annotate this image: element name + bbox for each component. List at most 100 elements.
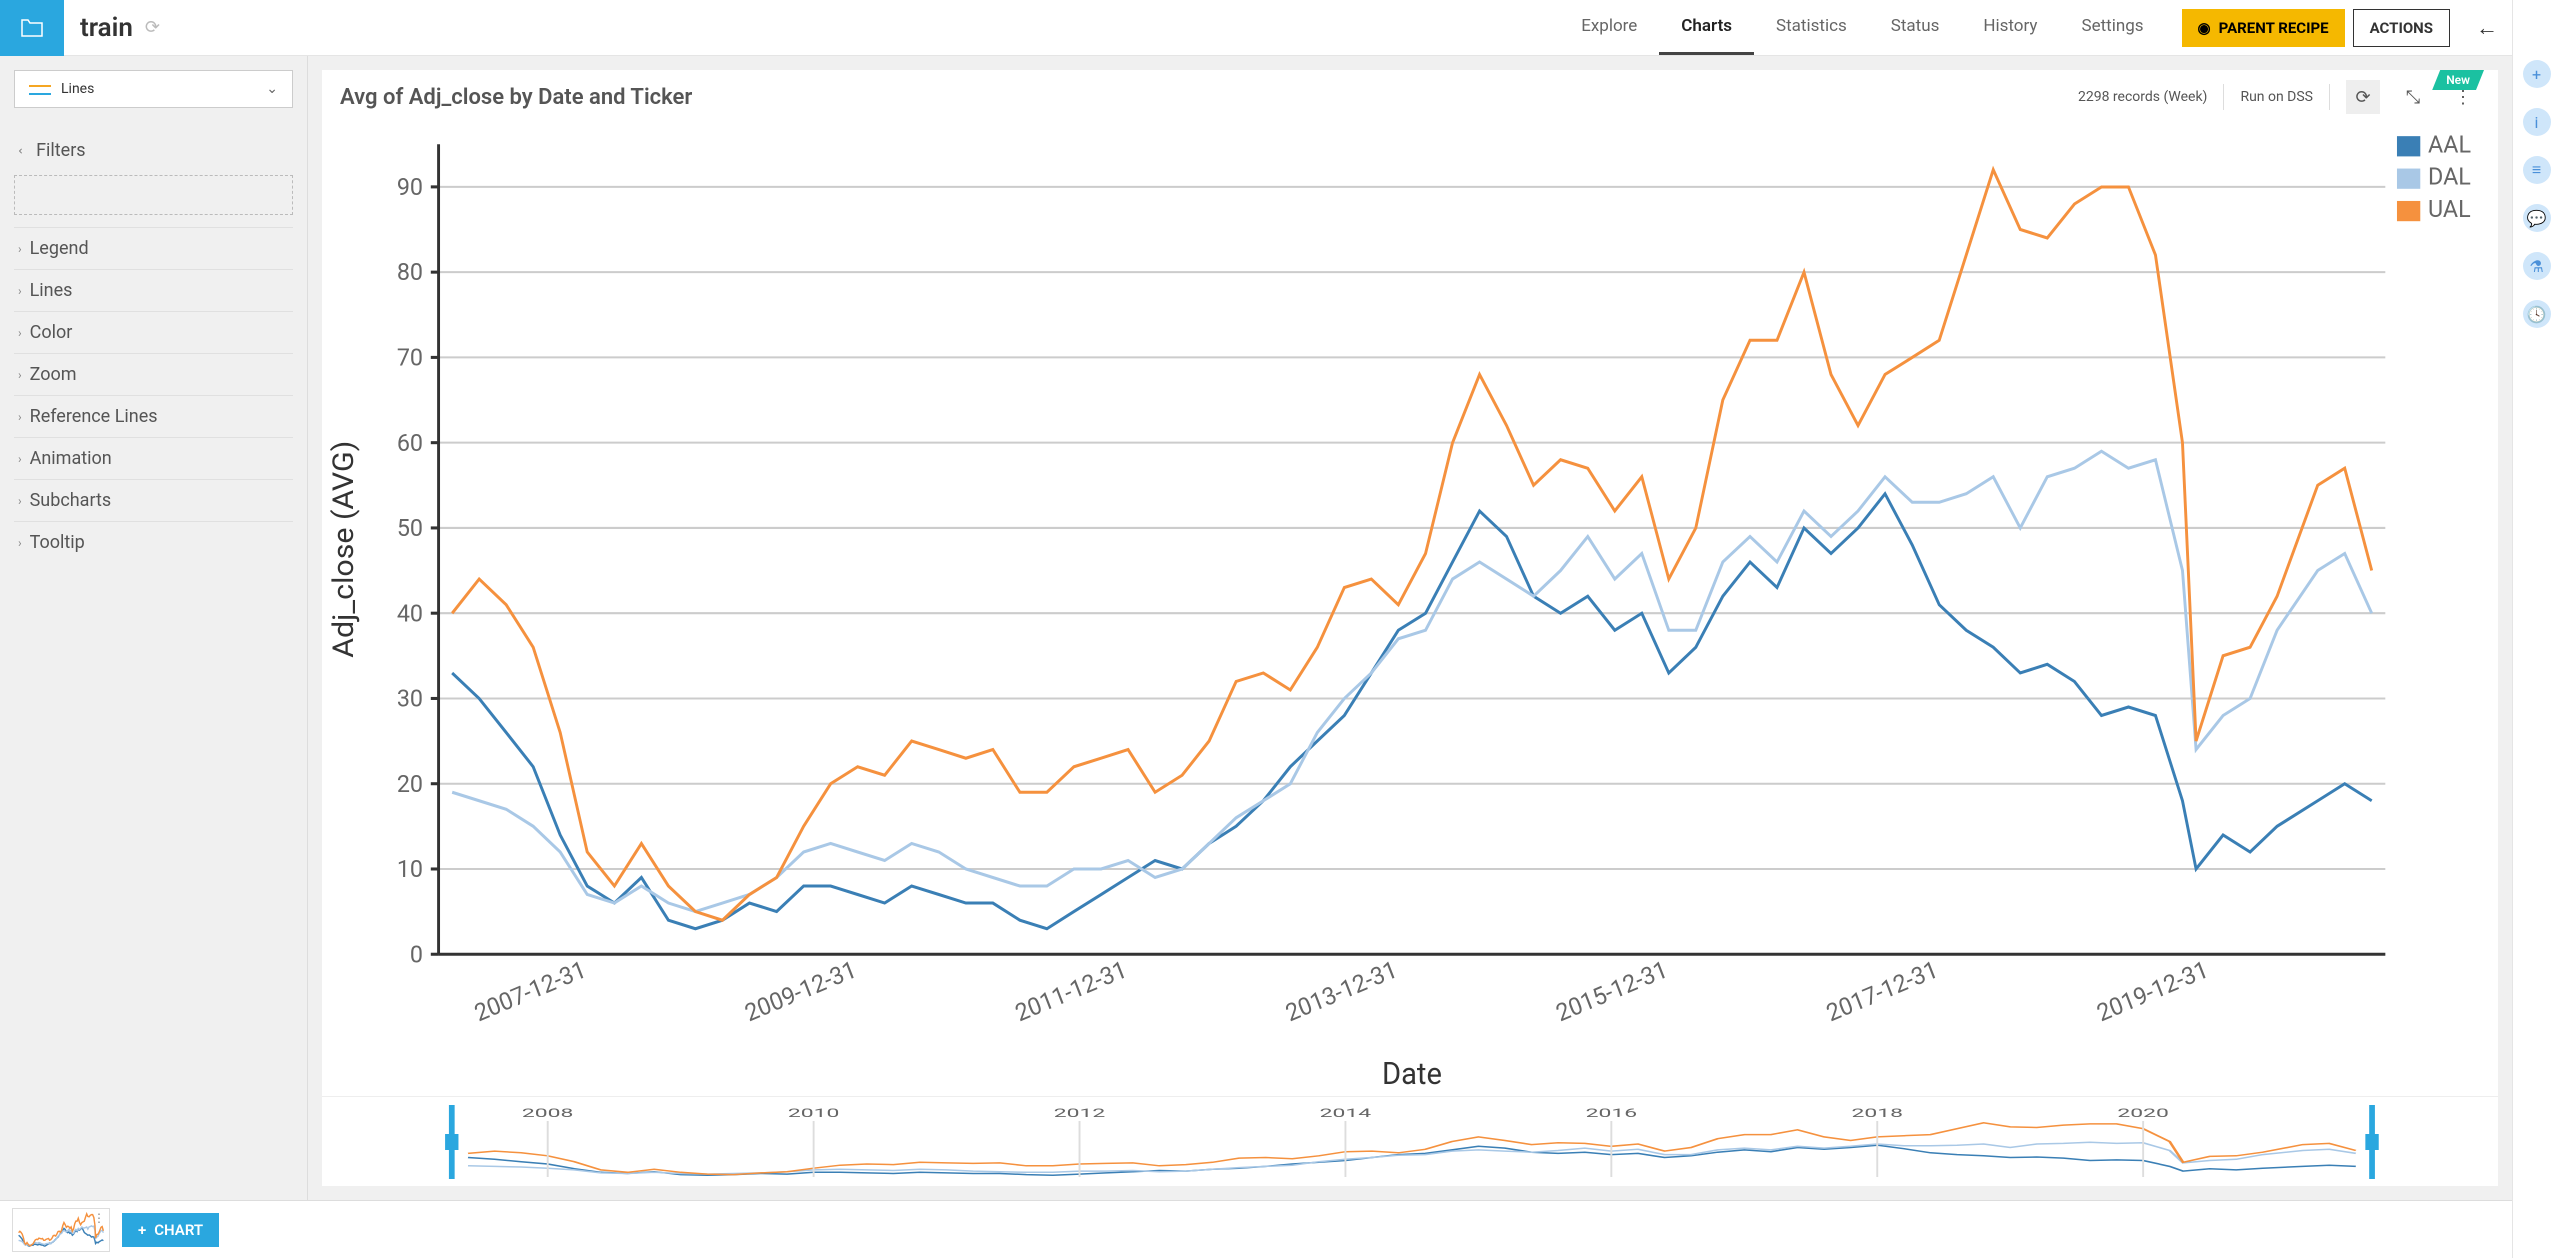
svg-text:UAL: UAL bbox=[2428, 195, 2471, 224]
svg-text:2007-12-31: 2007-12-31 bbox=[471, 955, 590, 1027]
svg-text:2011-12-31: 2011-12-31 bbox=[1011, 955, 1130, 1027]
svg-text:2008: 2008 bbox=[522, 1107, 574, 1121]
chart-footer: ⋮ + CHART bbox=[0, 1200, 2512, 1258]
new-badge: New bbox=[2432, 70, 2484, 90]
left-config-panel: Lines ⌄ ⌄ Filters › Legend › Lines › Color › Zoom… bbox=[0, 56, 308, 1200]
svg-text:2010: 2010 bbox=[788, 1107, 840, 1121]
svg-text:2012: 2012 bbox=[1054, 1107, 1106, 1121]
svg-text:30: 30 bbox=[397, 684, 423, 713]
svg-text:50: 50 bbox=[397, 514, 423, 543]
chart-title: Avg of Adj_close by Date and Ticker bbox=[340, 85, 692, 110]
svg-text:Date: Date bbox=[1382, 1056, 1442, 1092]
section-lines[interactable]: › Lines bbox=[14, 269, 293, 311]
chart-card: New Avg of Adj_close by Date and Ticker … bbox=[322, 70, 2498, 1186]
section-filters[interactable]: ⌄ Filters bbox=[14, 130, 293, 171]
add-chart-label: CHART bbox=[154, 1221, 203, 1239]
section-reference-lines[interactable]: › Reference Lines bbox=[14, 395, 293, 437]
chevron-right-icon: › bbox=[18, 368, 22, 382]
add-icon[interactable]: + bbox=[2523, 60, 2551, 88]
svg-text:2019-12-31: 2019-12-31 bbox=[2093, 955, 2212, 1027]
records-count: 2298 records (Week) bbox=[2078, 89, 2207, 105]
dataset-name: train bbox=[80, 13, 133, 43]
target-icon: ◉ bbox=[2198, 19, 2211, 37]
section-label: Tooltip bbox=[30, 532, 85, 553]
collapse-icon[interactable]: ⤡ bbox=[2396, 80, 2430, 114]
svg-text:40: 40 bbox=[397, 599, 423, 628]
section-label: Legend bbox=[30, 238, 89, 259]
svg-text:2009-12-31: 2009-12-31 bbox=[741, 955, 860, 1027]
svg-text:2018: 2018 bbox=[1851, 1107, 1903, 1121]
svg-text:80: 80 bbox=[397, 258, 423, 287]
plus-icon: + bbox=[138, 1221, 146, 1239]
tab-history[interactable]: History bbox=[1961, 0, 2059, 55]
chevron-right-icon: › bbox=[18, 536, 22, 550]
filter-drop-zone[interactable] bbox=[14, 175, 293, 215]
lines-chart-icon bbox=[29, 82, 51, 96]
section-label: Zoom bbox=[30, 364, 77, 385]
chart-type-selector[interactable]: Lines ⌄ bbox=[14, 70, 293, 108]
svg-text:10: 10 bbox=[397, 855, 423, 884]
info-icon[interactable]: i bbox=[2523, 108, 2551, 136]
section-label: Animation bbox=[30, 448, 112, 469]
chevron-right-icon: › bbox=[18, 284, 22, 298]
svg-text:20: 20 bbox=[397, 769, 423, 798]
lab-icon[interactable]: ⚗ bbox=[2523, 252, 2551, 280]
section-tooltip[interactable]: › Tooltip bbox=[14, 521, 293, 563]
refresh-status-icon[interactable]: ⟳ bbox=[145, 17, 160, 38]
list-icon[interactable]: ≡ bbox=[2523, 156, 2551, 184]
section-animation[interactable]: › Animation bbox=[14, 437, 293, 479]
tab-statistics[interactable]: Statistics bbox=[1754, 0, 1869, 55]
tab-status[interactable]: Status bbox=[1869, 0, 1962, 55]
svg-text:2013-12-31: 2013-12-31 bbox=[1282, 955, 1401, 1027]
chart-header: Avg of Adj_close by Date and Ticker 2298… bbox=[322, 70, 2498, 124]
svg-text:2015-12-31: 2015-12-31 bbox=[1552, 955, 1671, 1027]
chart-canvas[interactable]: 0 10 20 30 40 50 60 70 80 90 2007-12-31 2009-12-31 2… bbox=[322, 124, 2498, 1096]
parent-recipe-button[interactable]: ◉ PARENT RECIPE bbox=[2182, 9, 2345, 47]
add-chart-button[interactable]: + CHART bbox=[122, 1213, 219, 1247]
svg-text:70: 70 bbox=[397, 343, 423, 372]
svg-text:Adj_close (AVG): Adj_close (AVG) bbox=[327, 441, 361, 658]
nav-tabs: ExploreChartsStatisticsStatusHistorySett… bbox=[1559, 0, 2165, 55]
svg-text:2017-12-31: 2017-12-31 bbox=[1823, 955, 1942, 1027]
svg-text:AAL: AAL bbox=[2428, 130, 2471, 159]
top-bar: train ⟳ ExploreChartsStatisticsStatusHis… bbox=[0, 0, 2512, 56]
svg-text:60: 60 bbox=[397, 428, 423, 457]
folder-icon bbox=[20, 18, 44, 38]
section-legend[interactable]: › Legend bbox=[14, 227, 293, 269]
tab-explore[interactable]: Explore bbox=[1559, 0, 1659, 55]
chevron-right-icon: › bbox=[18, 452, 22, 466]
tab-charts[interactable]: Charts bbox=[1659, 0, 1754, 55]
section-subcharts[interactable]: ›Subcharts bbox=[14, 479, 293, 521]
svg-text:90: 90 bbox=[397, 173, 423, 202]
chevron-right-icon: › bbox=[18, 494, 22, 508]
back-arrow-icon[interactable]: ← bbox=[2462, 15, 2512, 41]
actions-button[interactable]: ACTIONS bbox=[2353, 9, 2450, 47]
svg-text:2014: 2014 bbox=[1320, 1107, 1372, 1121]
chart-thumbnail[interactable]: ⋮ bbox=[12, 1208, 110, 1252]
tab-settings[interactable]: Settings bbox=[2059, 0, 2165, 55]
chevron-right-icon: › bbox=[18, 242, 22, 256]
chevron-down-icon: ⌄ bbox=[266, 81, 278, 97]
section-label: Reference Lines bbox=[30, 406, 158, 427]
svg-text:0: 0 bbox=[410, 940, 423, 969]
section-label: Lines bbox=[30, 280, 73, 301]
history-icon[interactable]: 🕓 bbox=[2523, 300, 2551, 328]
chevron-right-icon: › bbox=[18, 326, 22, 340]
section-label: Color bbox=[30, 322, 73, 343]
section-color[interactable]: › Color bbox=[14, 311, 293, 353]
section-zoom[interactable]: › Zoom bbox=[14, 353, 293, 395]
section-label: Filters bbox=[36, 140, 86, 161]
chart-type-label: Lines bbox=[61, 81, 94, 97]
folder-button[interactable] bbox=[0, 0, 64, 56]
refresh-chart-button[interactable]: ⟳ bbox=[2346, 80, 2380, 114]
svg-text:2020: 2020 bbox=[2117, 1107, 2169, 1121]
parent-recipe-label: PARENT RECIPE bbox=[2219, 19, 2329, 37]
chevron-right-icon: ⌄ bbox=[16, 145, 30, 155]
chevron-right-icon: › bbox=[18, 410, 22, 424]
thumbnail-menu-icon[interactable]: ⋮ bbox=[93, 1211, 105, 1225]
timeline-brush[interactable]: 2008201020122014201620182020 bbox=[322, 1096, 2498, 1186]
right-rail: + i ≡ 💬 ⚗ 🕓 bbox=[2512, 0, 2560, 1258]
discuss-icon[interactable]: 💬 bbox=[2523, 204, 2551, 232]
run-engine-label[interactable]: Run on DSS bbox=[2240, 89, 2313, 105]
svg-text:DAL: DAL bbox=[2428, 162, 2471, 191]
